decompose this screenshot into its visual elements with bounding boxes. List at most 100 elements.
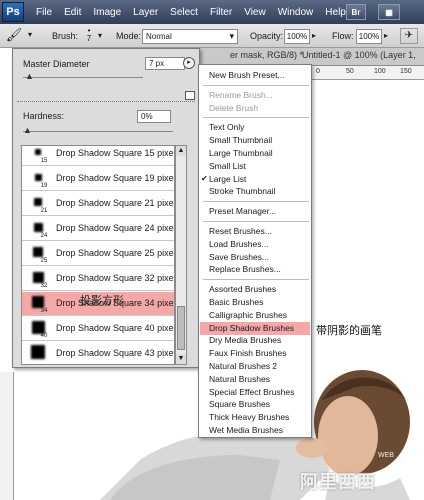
opacity-arrow-icon[interactable]: ▸ bbox=[312, 31, 316, 40]
mini-bridge-button[interactable]: ▦ bbox=[378, 4, 400, 20]
master-diameter-slider[interactable] bbox=[23, 77, 143, 80]
annotation-projection-square: 投影方形 bbox=[80, 295, 124, 307]
brush-name: Drop Shadow Square 15 pixels bbox=[56, 148, 175, 158]
menu-item-basic-brushes[interactable]: Basic Brushes bbox=[209, 297, 263, 307]
brush-size-label: 25 bbox=[40, 258, 48, 264]
brush-list-scrollbar[interactable]: ▲ ▼ bbox=[175, 145, 187, 365]
menu-item-small-list[interactable]: Small List bbox=[209, 161, 246, 171]
menu-item-load-brushes[interactable]: Load Brushes... bbox=[209, 239, 269, 249]
master-diameter-input[interactable]: 7 px bbox=[145, 57, 185, 70]
menu-edit[interactable]: Edit bbox=[58, 7, 87, 18]
menu-view[interactable]: View bbox=[238, 7, 272, 18]
menu-window[interactable]: Window bbox=[272, 7, 320, 18]
mode-select[interactable]: Normal bbox=[142, 29, 238, 44]
watermark: 阿里西西 bbox=[300, 472, 376, 492]
brush-name: Drop Shadow Square 21 pixels bbox=[56, 198, 175, 208]
ruler-mark: 150 bbox=[400, 68, 412, 75]
divider bbox=[17, 101, 195, 102]
options-bar: 🖌 ▾ Brush: •7 ▾ Mode: Normal Opacity: 10… bbox=[0, 24, 424, 48]
menu-item-special-effect-brushes[interactable]: Special Effect Brushes bbox=[209, 387, 294, 397]
scroll-down-icon[interactable]: ▼ bbox=[176, 354, 186, 364]
menu-item-preset-manager[interactable]: Preset Manager... bbox=[209, 206, 276, 216]
ruler-mark: 50 bbox=[346, 68, 354, 75]
flow-input[interactable]: 100% bbox=[356, 29, 382, 44]
brush-size-label: 15 bbox=[40, 158, 48, 164]
opacity-input[interactable]: 100% bbox=[284, 29, 310, 44]
menu-item-thick-heavy-brushes[interactable]: Thick Heavy Brushes bbox=[209, 412, 289, 422]
menu-item-faux-finish-brushes[interactable]: Faux Finish Brushes bbox=[209, 348, 286, 358]
brush-size-label: 34 bbox=[40, 308, 48, 314]
menu-item-natural-brushes[interactable]: Natural Brushes bbox=[209, 374, 270, 384]
brush-size-label: 21 bbox=[40, 208, 48, 214]
new-preset-icon[interactable] bbox=[185, 91, 195, 100]
menu-separator bbox=[203, 201, 309, 203]
menu-item-small-thumbnail[interactable]: Small Thumbnail bbox=[209, 135, 272, 145]
scroll-up-icon[interactable]: ▲ bbox=[176, 146, 186, 156]
scroll-thumb[interactable] bbox=[177, 306, 185, 350]
brush-thumbnail-icon: 34 bbox=[28, 294, 48, 314]
brush-name: Drop Shadow Square 32 pixels bbox=[56, 273, 175, 283]
brush-tool-icon[interactable]: 🖌 bbox=[4, 27, 24, 45]
brush-list-item[interactable]: 40 Drop Shadow Square 40 pixels bbox=[22, 317, 174, 341]
flow-arrow-icon[interactable]: ▸ bbox=[384, 31, 388, 40]
menu-select[interactable]: Select bbox=[164, 7, 204, 18]
brush-list-item[interactable]: Drop Shadow Square 43 pixels bbox=[22, 342, 175, 364]
menu-filter[interactable]: Filter bbox=[204, 7, 238, 18]
menu-item-stroke-thumbnail[interactable]: Stroke Thumbnail bbox=[209, 186, 275, 196]
menu-layer[interactable]: Layer bbox=[127, 7, 164, 18]
menu-item-calligraphic-brushes[interactable]: Calligraphic Brushes bbox=[209, 310, 287, 320]
brush-name: Drop Shadow Square 24 pixels bbox=[56, 223, 175, 233]
brush-list-item[interactable]: 32 Drop Shadow Square 32 pixels bbox=[22, 267, 175, 291]
menu-item-drop-shadow-brushes[interactable]: Drop Shadow Brushes bbox=[209, 323, 294, 333]
hardness-label: Hardness: bbox=[23, 111, 65, 121]
menu-item-save-brushes[interactable]: Save Brushes... bbox=[209, 252, 269, 262]
menu-image[interactable]: Image bbox=[87, 7, 127, 18]
brush-thumbnail-icon: 32 bbox=[28, 269, 48, 289]
slider-thumb-icon[interactable]: ▲ bbox=[23, 125, 32, 135]
brush-list: 15 Drop Shadow Square 15 pixels 19 Drop Sha… bbox=[21, 145, 175, 365]
brush-size-preview[interactable]: • 7 bbox=[82, 27, 96, 45]
document-tab-2[interactable]: Untitled-1 @ 100% (Layer 1, bbox=[302, 50, 416, 60]
menu-item-rename-brush: Rename Brush... bbox=[209, 89, 273, 100]
menu-item-square-brushes[interactable]: Square Brushes bbox=[209, 399, 270, 409]
slider-thumb-icon[interactable]: ▲ bbox=[25, 71, 34, 81]
brush-thumbnail-icon: 21 bbox=[28, 194, 48, 214]
document-tab-1[interactable]: er mask, RGB/8) * bbox=[230, 50, 303, 60]
brush-size-label: 24 bbox=[40, 233, 48, 239]
flow-label: Flow: bbox=[332, 31, 354, 41]
brush-thumbnail-icon: 19 bbox=[28, 169, 48, 189]
hardness-slider[interactable] bbox=[23, 131, 173, 134]
panel-flyout-arrow-icon[interactable]: ▸ bbox=[183, 57, 195, 69]
menu-item-large-thumbnail[interactable]: Large Thumbnail bbox=[209, 148, 273, 158]
annotation-drop-shadow: 带阴影的画笔 bbox=[316, 325, 382, 337]
bridge-button[interactable]: Br bbox=[346, 4, 366, 20]
menu-item-large-list[interactable]: Large List bbox=[209, 174, 246, 184]
menu-item-text-only[interactable]: Text Only bbox=[209, 122, 244, 132]
brush-name: Drop Shadow Square 19 pixels bbox=[56, 173, 175, 183]
brush-list-item[interactable]: 24 Drop Shadow Square 24 pixels bbox=[22, 217, 175, 241]
menu-item-natural-brushes-2[interactable]: Natural Brushes 2 bbox=[209, 361, 277, 371]
brush-size-label: 40 bbox=[40, 333, 48, 339]
brush-preset-picker: Master Diameter 7 px ▸ ▲ Hardness: 0% ▲ … bbox=[12, 48, 200, 368]
menu-item-reset-brushes[interactable]: Reset Brushes... bbox=[209, 226, 272, 236]
tool-preset-arrow-icon[interactable]: ▾ bbox=[28, 30, 32, 39]
menu-item-replace-brushes[interactable]: Replace Brushes... bbox=[209, 264, 281, 274]
menu-item-wet-media-brushes[interactable]: Wet Media Brushes bbox=[209, 425, 283, 435]
brush-list-item[interactable]: 25 Drop Shadow Square 25 pixels bbox=[22, 242, 174, 266]
menu-item-new-brush-preset[interactable]: New Brush Preset... bbox=[209, 70, 285, 80]
master-diameter-label: Master Diameter bbox=[23, 59, 90, 69]
ruler-mark: 0 bbox=[316, 68, 320, 75]
brush-list-item[interactable]: 21 Drop Shadow Square 21 pixels bbox=[22, 192, 175, 216]
brush-list-item[interactable]: 15 Drop Shadow Square 15 pixels bbox=[22, 146, 175, 166]
menu-separator bbox=[203, 84, 309, 86]
brush-list-item[interactable]: 19 Drop Shadow Square 19 pixels bbox=[22, 167, 175, 191]
brush-picker-arrow-icon[interactable]: ▾ bbox=[98, 31, 102, 40]
brush-name: Drop Shadow Square 43 pixels bbox=[56, 348, 175, 358]
hardness-input[interactable]: 0% bbox=[137, 110, 171, 123]
menu-file[interactable]: File bbox=[30, 7, 58, 18]
menu-separator bbox=[203, 279, 309, 281]
airbrush-icon[interactable]: ✈ bbox=[400, 28, 418, 44]
menu-item-dry-media-brushes[interactable]: Dry Media Brushes bbox=[209, 335, 281, 345]
menu-item-assorted-brushes[interactable]: Assorted Brushes bbox=[209, 284, 276, 294]
ruler-mark: 100 bbox=[374, 68, 386, 75]
